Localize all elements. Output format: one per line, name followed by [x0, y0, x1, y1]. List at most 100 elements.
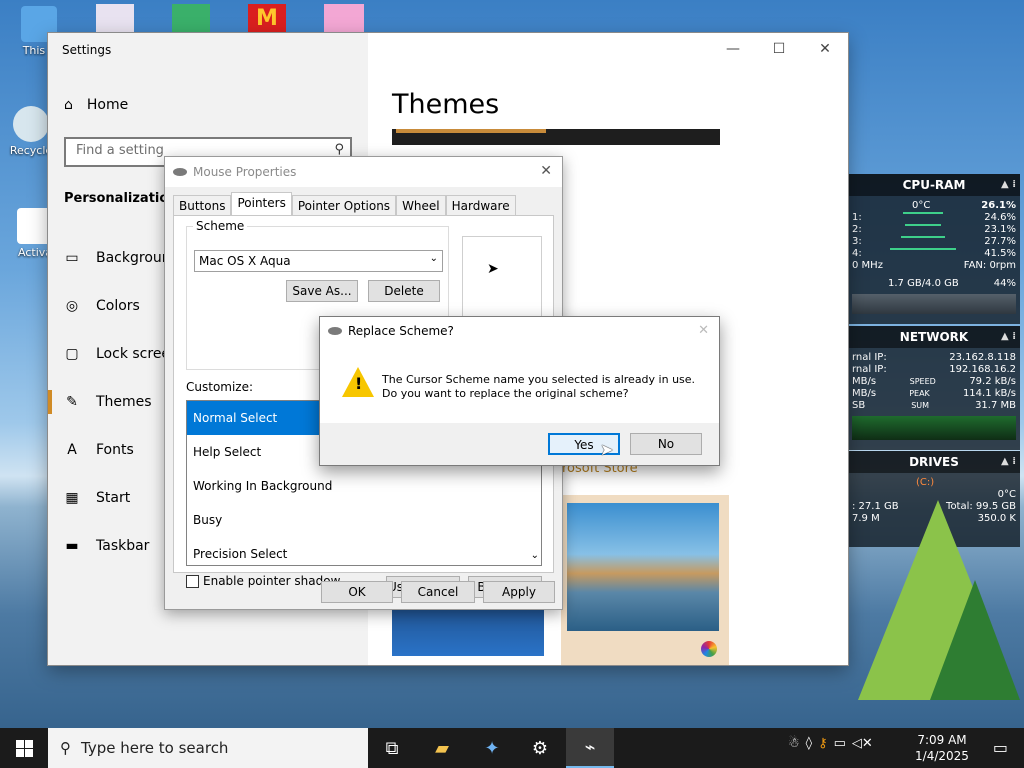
mouse-cursor: ➤ — [600, 440, 614, 459]
core-label: 3: — [852, 236, 862, 247]
cpu-freq: 0 MHz — [852, 260, 883, 271]
close-icon[interactable]: ✕ — [540, 163, 552, 179]
desktop-icon-label: Recycle — [9, 144, 53, 157]
nav-label: Start — [96, 490, 131, 506]
scheme-dropdown[interactable]: Mac OS X Aqua ⌄ — [194, 250, 443, 272]
start-button[interactable] — [0, 728, 48, 768]
close-icon[interactable]: ✕ — [802, 33, 848, 65]
widget-title: DRIVES — [909, 455, 959, 469]
cursor-list-item[interactable]: Precision Select — [187, 537, 541, 565]
nav-label: Fonts — [96, 442, 134, 458]
pointer-shadow-label: Enable pointer shadow — [203, 574, 341, 588]
sum-label: SUM — [911, 401, 930, 410]
network-icon[interactable]: ▭ — [834, 736, 846, 751]
tab-hardware[interactable]: Hardware — [445, 195, 516, 216]
clock-time: 7:09 AM — [917, 733, 967, 747]
tab-wheel[interactable]: Wheel — [396, 195, 446, 216]
delete-button[interactable]: Delete — [368, 280, 440, 302]
category-title: Personalization — [64, 191, 178, 206]
app-icon[interactable] — [96, 4, 134, 34]
widget-menu-icon[interactable]: ▲ ⁞ — [1001, 326, 1016, 348]
pointer-shadow-option[interactable]: Enable pointer shadow — [186, 574, 340, 588]
internal-ip: 192.168.16.2 — [949, 364, 1016, 375]
tab-pointer-options[interactable]: Pointer Options — [291, 195, 397, 216]
core-value: 41.5% — [984, 248, 1016, 259]
lock-screen-icon: ▢ — [65, 346, 79, 362]
tab-strip: Buttons Pointers Pointer Options Wheel H… — [173, 192, 516, 216]
cursor-list-item[interactable]: Busy — [187, 503, 541, 537]
nav-label: Taskbar — [96, 538, 150, 554]
maximize-icon[interactable]: ☐ — [756, 33, 802, 65]
close-icon[interactable]: ✕ — [698, 323, 709, 338]
droplet-icon[interactable]: ◊ — [806, 736, 812, 751]
net-rate-label: MB/s — [852, 388, 877, 399]
cpu-ram-widget: CPU-RAM ▲ ⁞ 0°C 26.1% 1: 24.6% 2: 23.1% 3: 27… — [848, 174, 1020, 324]
theme-preview — [392, 129, 720, 145]
dialog-message: The Cursor Scheme name you selected is a… — [382, 373, 696, 400]
widget-menu-icon[interactable]: ▲ ⁞ — [1001, 451, 1016, 473]
taskbar: ⚲ Type here to search ⧉ ▰ ✦ ⚙ ⌁ ☃ ◊ ⚷ ▭ … — [0, 728, 1024, 768]
core-label: 1: — [852, 212, 862, 223]
ok-button[interactable]: OK — [321, 581, 393, 603]
mcdonalds-icon[interactable]: M — [248, 4, 286, 34]
clock-date: 1/4/2025 — [915, 749, 969, 763]
minimize-icon[interactable]: — — [710, 33, 756, 65]
cursor-list-item[interactable]: Working In Background — [187, 469, 541, 503]
net-sum: 31.7 MB — [975, 400, 1016, 411]
people-icon[interactable]: ☃ — [788, 736, 800, 751]
task-view-icon[interactable]: ⧉ — [368, 728, 416, 768]
app-icon[interactable] — [324, 4, 364, 34]
core-value: 27.7% — [984, 236, 1016, 247]
drive-letter: (C:) — [916, 477, 935, 488]
nav-label: Backgroun — [96, 250, 171, 266]
apply-button[interactable]: Apply — [483, 581, 555, 603]
windows-logo-icon — [15, 739, 33, 757]
widget-menu-icon[interactable]: ▲ ⁞ — [1001, 174, 1016, 196]
mouse-icon — [173, 168, 187, 176]
notifications-icon[interactable]: ▭ — [993, 738, 1008, 757]
widget-title: CPU-RAM — [902, 178, 966, 192]
volume-muted-icon[interactable]: ◁✕ — [852, 736, 873, 751]
dialog-title: Replace Scheme? — [348, 324, 454, 338]
taskbar-icon: ▬ — [65, 538, 79, 554]
home-nav[interactable]: ⌂ Home — [64, 97, 128, 113]
key-icon[interactable]: ⚷ — [818, 736, 828, 751]
mouse-properties-taskbar-icon[interactable]: ⌁ — [566, 728, 614, 768]
ram-usage: 1.7 GB/4.0 GB — [888, 278, 959, 289]
settings-gear-icon[interactable]: ⚙ — [516, 728, 564, 768]
home-label: Home — [86, 97, 129, 113]
window-title: Settings — [62, 43, 112, 57]
widget-title: NETWORK — [899, 330, 969, 344]
ram-percent: 44% — [993, 278, 1016, 289]
cancel-button[interactable]: Cancel — [401, 581, 475, 603]
cursor-preview: ➤ — [462, 236, 542, 318]
recycle-bin-icon — [13, 106, 49, 142]
save-as-button[interactable]: Save As... — [286, 280, 358, 302]
scroll-down-icon[interactable]: ⌄ — [531, 550, 539, 561]
core-value: 23.1% — [984, 224, 1016, 235]
theme-tile-windows-10[interactable] — [561, 495, 729, 665]
fonts-icon: A — [67, 442, 77, 458]
taskbar-search[interactable]: ⚲ Type here to search — [48, 728, 368, 768]
tab-buttons[interactable]: Buttons — [173, 195, 232, 216]
app-icon[interactable]: ✦ — [468, 728, 516, 768]
app-icon[interactable] — [172, 4, 210, 34]
external-ip-label: rnal IP: — [852, 352, 887, 363]
pointer-shadow-checkbox[interactable] — [186, 574, 199, 588]
speed-label: SPEED — [909, 377, 936, 386]
no-button[interactable]: No — [630, 433, 702, 455]
file-explorer-icon[interactable]: ▰ — [418, 728, 466, 768]
scheme-label: Scheme — [193, 219, 248, 233]
cpu-total: 26.1% — [981, 200, 1016, 211]
tab-pointers[interactable]: Pointers — [231, 192, 292, 216]
system-tray: ☃ ◊ ⚷ ▭ ◁✕ — [788, 736, 873, 751]
net-rate-label: SB — [852, 400, 866, 411]
fan-speed: FAN: 0rpm — [963, 260, 1016, 271]
mouse-icon — [328, 327, 342, 335]
search-icon: ⚲ — [60, 739, 71, 757]
network-graph — [852, 416, 1016, 440]
christmas-tree-small — [930, 580, 1020, 700]
window-controls: — ☐ ✕ — [710, 33, 848, 65]
taskbar-search-placeholder: Type here to search — [81, 739, 229, 757]
taskbar-clock[interactable]: 7:09 AM 1/4/2025 — [910, 732, 974, 764]
